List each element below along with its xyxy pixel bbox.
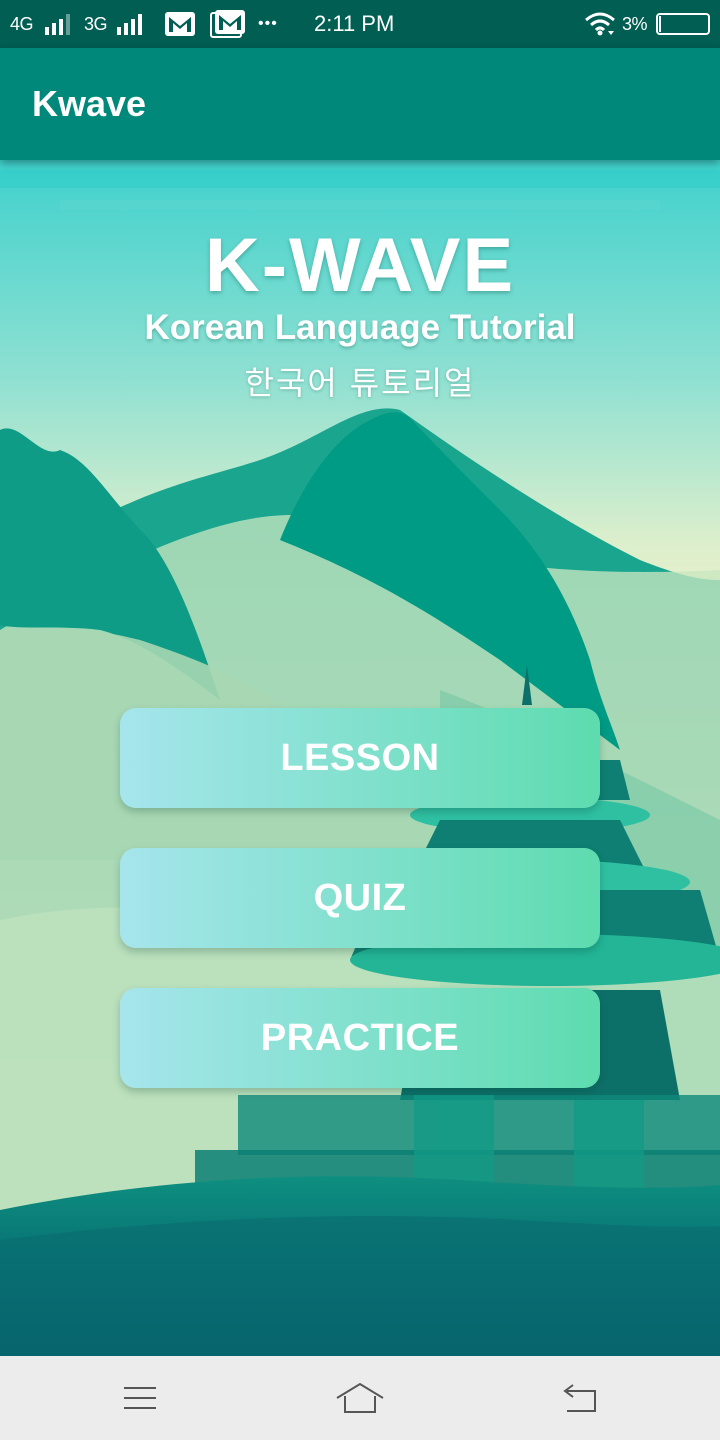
gmail-icon	[210, 0, 246, 48]
signal-3g-icon	[116, 0, 146, 48]
more-notifications-icon: •••	[258, 15, 278, 32]
battery-percent: 3%	[622, 13, 648, 34]
clock: 2:11 PM	[314, 11, 395, 36]
signal-4g-icon	[44, 0, 74, 48]
network-4g-label: 4G	[10, 13, 34, 34]
wifi-icon	[584, 0, 616, 48]
gmail-icon	[164, 0, 196, 48]
practice-button[interactable]: PRACTICE	[120, 988, 600, 1088]
home-icon[interactable]	[300, 1356, 420, 1440]
app-bar: Kwave	[0, 48, 720, 160]
network-3g-label: 3G	[84, 13, 108, 34]
hero-title: K-WAVE	[204, 223, 516, 308]
menu-icon[interactable]	[80, 1356, 200, 1440]
quiz-button[interactable]: QUIZ	[120, 848, 600, 948]
screen: 4G 3G ••• 2:11 PM 3% Kwave K-WAVE Korean…	[0, 0, 720, 1440]
hero-subtitle: Korean Language Tutorial	[144, 308, 576, 347]
hero-korean-subtitle: 한국어 튜토리얼	[244, 365, 476, 401]
battery-icon	[656, 0, 712, 48]
app-title: Kwave	[32, 83, 147, 124]
lesson-button[interactable]: LESSON	[120, 708, 600, 808]
back-icon[interactable]	[520, 1356, 640, 1440]
navigation-bar	[0, 1356, 720, 1440]
status-bar: 4G 3G ••• 2:11 PM 3%	[0, 0, 720, 48]
